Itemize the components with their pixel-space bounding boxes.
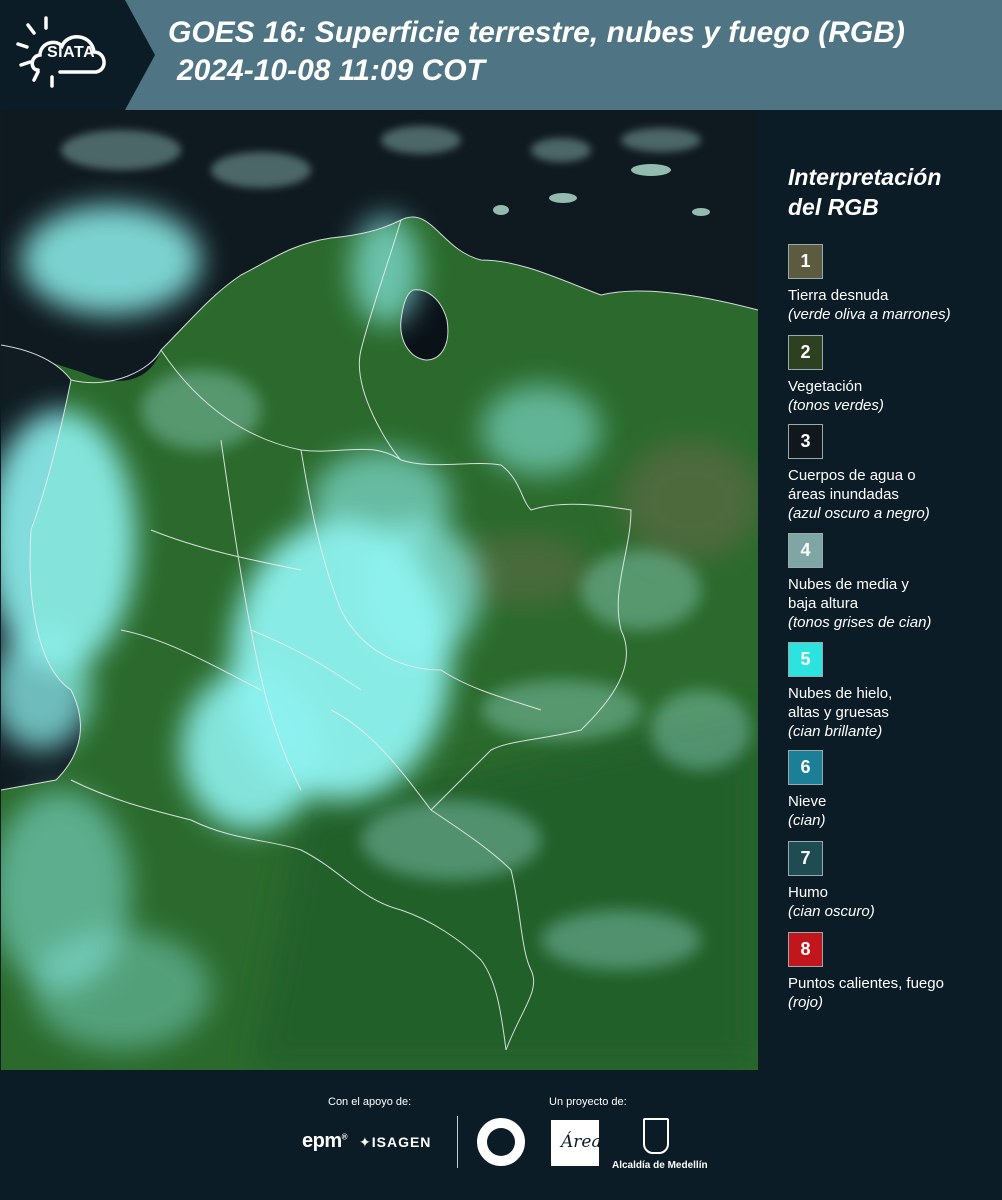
header-bar: SIATA GOES 16: Superficie terrestre, nub… bbox=[0, 0, 1002, 110]
legend-item-vegetation: 2 Vegetación (tonos verdes) bbox=[788, 335, 998, 415]
legend-title: Interpretación del RGB bbox=[788, 162, 941, 222]
alcaldia-medellin-logo-text: Alcaldía de Medellín bbox=[612, 1160, 708, 1171]
legend-note: (tonos verdes) bbox=[788, 397, 884, 414]
legend-label: Tierra desnuda bbox=[788, 287, 889, 304]
legend-item-ice-clouds: 5 Nubes de hielo, altas y gruesas (cian … bbox=[788, 642, 998, 741]
legend-swatch: 4 bbox=[788, 533, 823, 568]
legend-label: Nubes de media y baja altura bbox=[788, 576, 909, 612]
legend-title-line1: Interpretación bbox=[788, 164, 942, 190]
page-title: GOES 16: Superficie terrestre, nubes y f… bbox=[168, 14, 905, 90]
legend-label: Puntos calientes, fuego bbox=[788, 975, 944, 992]
legend-item-water: 3 Cuerpos de agua o áreas inundadas (azu… bbox=[788, 424, 998, 523]
legend-note: (cian brillante) bbox=[788, 723, 883, 740]
legend-item-bare-land: 1 Tierra desnuda (verde oliva a marrones… bbox=[788, 244, 998, 324]
footer-divider bbox=[457, 1116, 458, 1168]
isagen-logo-text: ISAGEN bbox=[371, 1134, 432, 1150]
area-metropolitana-logo-text: Área bbox=[561, 1132, 602, 1152]
title-timestamp: 2024-10-08 11:09 COT bbox=[177, 54, 485, 87]
legend-swatch: 7 bbox=[788, 841, 823, 876]
legend-swatch: 1 bbox=[788, 244, 823, 279]
footer: Con el apoyo de: Un proyecto de: epm® ✦I… bbox=[0, 1070, 1002, 1200]
legend-item-fire: 8 Puntos calientes, fuego (rojo) bbox=[788, 932, 998, 1012]
legend-label: Nubes de hielo, altas y gruesas bbox=[788, 685, 893, 721]
legend-note: (cian oscuro) bbox=[788, 903, 875, 920]
legend-label: Vegetación bbox=[788, 378, 863, 395]
satellite-image bbox=[1, 110, 758, 1070]
isagen-logo: ✦ISAGEN bbox=[359, 1134, 432, 1150]
legend-label: Cuerpos de agua o áreas inundadas bbox=[788, 467, 916, 503]
legend-swatch: 3 bbox=[788, 424, 823, 459]
legend-label: Humo bbox=[788, 884, 829, 901]
university-seal-logo bbox=[477, 1118, 525, 1166]
title-product: GOES 16: Superficie terrestre, nubes y f… bbox=[168, 16, 905, 49]
satellite-map bbox=[1, 110, 758, 1070]
legend-note: (azul oscuro a negro) bbox=[788, 505, 930, 522]
project-label: Un proyecto de: bbox=[549, 1096, 627, 1108]
legend-item-mid-low-clouds: 4 Nubes de media y baja altura (tonos gr… bbox=[788, 533, 998, 632]
legend-item-snow: 6 Nieve (cian) bbox=[788, 750, 998, 830]
legend-note: (verde oliva a marrones) bbox=[788, 306, 951, 323]
legend-swatch: 6 bbox=[788, 750, 823, 785]
legend-item-smoke: 7 Humo (cian oscuro) bbox=[788, 841, 998, 921]
siata-logo: SIATA bbox=[0, 0, 155, 110]
legend-swatch: 8 bbox=[788, 932, 823, 967]
legend-title-line2: del RGB bbox=[788, 194, 879, 220]
epm-logo-text: epm bbox=[302, 1130, 342, 1152]
legend-panel: Interpretación del RGB 1 Tierra desnuda … bbox=[762, 110, 1002, 1070]
siata-logo-text: SIATA bbox=[47, 44, 96, 61]
legend-label: Nieve bbox=[788, 793, 827, 810]
legend-swatch: 5 bbox=[788, 642, 823, 677]
legend-note: (tonos grises de cian) bbox=[788, 614, 932, 631]
legend-note: (rojo) bbox=[788, 994, 824, 1011]
epm-logo: epm® bbox=[302, 1130, 348, 1152]
legend-swatch: 2 bbox=[788, 335, 823, 370]
support-label: Con el apoyo de: bbox=[328, 1096, 412, 1108]
alcaldia-shield-icon bbox=[643, 1118, 669, 1154]
legend-note: (cian) bbox=[788, 812, 826, 829]
